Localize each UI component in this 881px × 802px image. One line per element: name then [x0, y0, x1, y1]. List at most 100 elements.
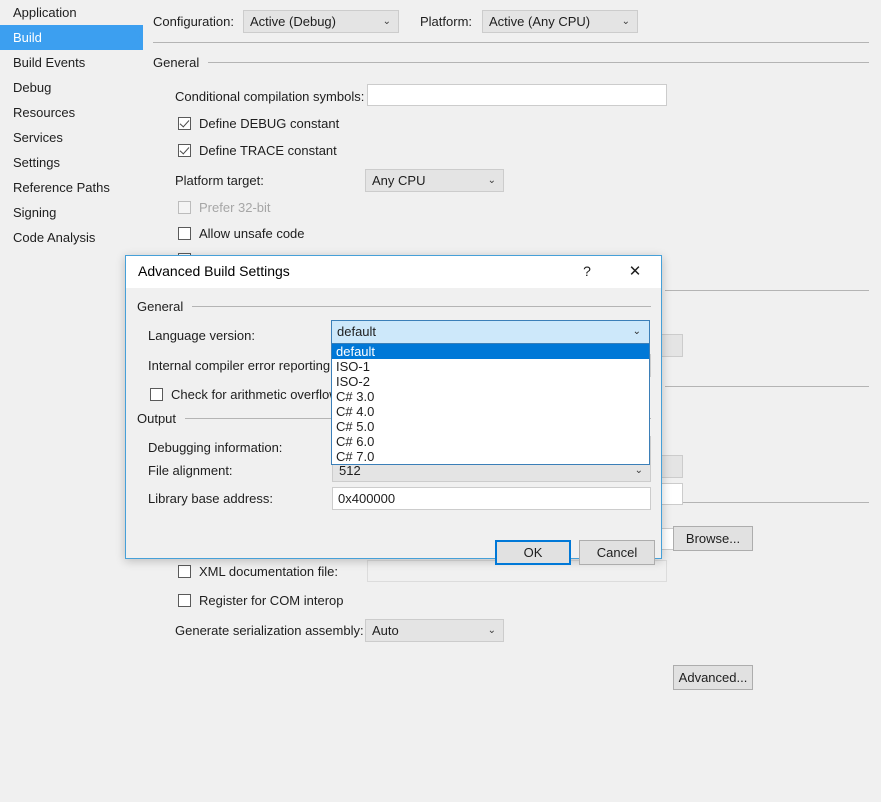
library-base-address-label: Library base address: [148, 491, 274, 506]
dialog-general-group-label: General [137, 299, 184, 314]
sidebar-item-code-analysis[interactable]: Code Analysis [0, 225, 158, 250]
sidebar-item-label: Code Analysis [13, 230, 96, 245]
language-version-option[interactable]: ISO-2 [332, 374, 649, 389]
language-version-value: default [337, 324, 377, 339]
sidebar-item-label: Build [13, 30, 42, 45]
general-group-header: General [153, 55, 869, 70]
platform-label: Platform: [420, 14, 473, 29]
dialog-general-group-header: General [137, 299, 651, 314]
platform-target-dropdown[interactable]: Any CPU ⌄ [365, 169, 504, 192]
chevron-down-icon: ⌄ [382, 16, 391, 27]
sidebar-item-services[interactable]: Services [0, 125, 158, 150]
allow-unsafe-checkbox-row[interactable]: Allow unsafe code [178, 226, 305, 241]
platform-value: Active (Any CPU) [489, 14, 591, 29]
conditional-symbols-input[interactable] [367, 84, 667, 106]
browse-button[interactable]: Browse... [673, 526, 753, 551]
platform-target-value: Any CPU [372, 173, 426, 188]
language-version-option[interactable]: C# 7.0 [332, 449, 649, 464]
sidebar-item-label: Services [13, 130, 63, 145]
language-version-option[interactable]: C# 5.0 [332, 419, 649, 434]
sidebar-item-signing[interactable]: Signing [0, 200, 158, 225]
file-alignment-value: 512 [339, 463, 361, 478]
errors-warnings-group-rule [665, 290, 869, 291]
checkbox-icon[interactable] [178, 227, 191, 240]
cancel-button-label: Cancel [596, 545, 638, 560]
serialization-value: Auto [372, 623, 399, 638]
language-version-option[interactable]: C# 4.0 [332, 404, 649, 419]
com-interop-label: Register for COM interop [199, 593, 344, 608]
chevron-down-icon: ⌄ [487, 175, 496, 186]
language-version-option[interactable]: ISO-1 [332, 359, 649, 374]
ok-button-label: OK [523, 545, 543, 560]
language-version-option[interactable]: C# 3.0 [332, 389, 649, 404]
sidebar-item-build[interactable]: Build [0, 25, 143, 50]
checkbox-icon [178, 201, 191, 214]
platform-dropdown[interactable]: Active (Any CPU) ⌄ [482, 10, 638, 33]
language-version-label: Language version: [148, 328, 255, 343]
help-icon[interactable]: ? [567, 256, 607, 287]
general-group-rule [208, 62, 869, 63]
define-debug-label: Define DEBUG constant [199, 116, 340, 131]
sidebar-item-reference-paths[interactable]: Reference Paths [0, 175, 158, 200]
output-group-rule [665, 502, 869, 503]
advanced-button-label: Advanced... [678, 670, 748, 685]
checkbox-icon[interactable] [178, 144, 191, 157]
sidebar-item-label: Application [13, 5, 77, 20]
define-trace-checkbox-row[interactable]: Define TRACE constant [178, 143, 337, 158]
dialog-title: Advanced Build Settings [138, 263, 290, 279]
internal-error-reporting-label: Internal compiler error reporting: [148, 358, 334, 373]
language-version-option[interactable]: C# 6.0 [332, 434, 649, 449]
sidebar-item-label: Debug [13, 80, 52, 95]
arithmetic-overflow-label: Check for arithmetic overflow/u [171, 387, 350, 402]
configuration-dropdown[interactable]: Active (Debug) ⌄ [243, 10, 399, 33]
checkbox-icon[interactable] [178, 565, 191, 578]
cancel-button[interactable]: Cancel [579, 540, 655, 565]
xml-doc-checkbox-row[interactable]: XML documentation file: [178, 564, 338, 579]
sidebar-item-build-events[interactable]: Build Events [0, 50, 158, 75]
checkbox-icon[interactable] [178, 117, 191, 130]
prefer-32bit-label: Prefer 32-bit [199, 200, 271, 215]
sidebar-item-debug[interactable]: Debug [0, 75, 158, 100]
serialization-label: Generate serialization assembly: [175, 623, 364, 638]
define-trace-label: Define TRACE constant [199, 143, 337, 158]
xml-doc-label: XML documentation file: [199, 564, 338, 579]
platform-target-label: Platform target: [175, 173, 264, 188]
sidebar-item-resources[interactable]: Resources [0, 100, 158, 125]
sidebar-item-label: Reference Paths [13, 180, 110, 195]
treat-warnings-group-rule [665, 386, 869, 387]
sidebar-item-label: Signing [13, 205, 57, 220]
com-interop-checkbox-row[interactable]: Register for COM interop [178, 593, 344, 608]
checkbox-icon[interactable] [178, 594, 191, 607]
library-base-address-input[interactable]: 0x400000 [332, 487, 651, 510]
debugging-information-label: Debugging information: [148, 440, 283, 455]
language-version-option-list[interactable]: default ISO-1 ISO-2 C# 3.0 C# 4.0 C# 5.0… [331, 343, 650, 465]
suppress-warnings-input-edge[interactable] [661, 455, 683, 478]
sidebar-item-settings[interactable]: Settings [0, 150, 158, 175]
close-icon[interactable]: ✕ [615, 256, 655, 287]
category-sidebar: Application Build Build Events Debug Res… [0, 0, 145, 802]
prefer-32bit-checkbox-row: Prefer 32-bit [178, 200, 271, 215]
output-path-input-edge[interactable] [661, 483, 683, 505]
toolbar-separator [153, 42, 869, 43]
selection-arrow-icon [130, 25, 140, 50]
arithmetic-overflow-checkbox-row[interactable]: Check for arithmetic overflow/u [150, 387, 349, 402]
warning-level-dropdown-edge[interactable] [661, 334, 683, 357]
configuration-label: Configuration: [153, 14, 234, 29]
ok-button[interactable]: OK [495, 540, 571, 565]
advanced-button[interactable]: Advanced... [673, 665, 753, 690]
sidebar-item-label: Settings [13, 155, 60, 170]
chevron-down-icon: ⌄ [632, 326, 641, 337]
chevron-down-icon: ⌄ [621, 16, 630, 27]
define-debug-checkbox-row[interactable]: Define DEBUG constant [178, 116, 339, 131]
sidebar-item-application[interactable]: Application [0, 0, 158, 25]
sidebar-item-label: Build Events [13, 55, 86, 70]
checkbox-icon[interactable] [150, 388, 163, 401]
sidebar-item-label: Resources [13, 105, 76, 120]
chevron-down-icon: ⌄ [487, 625, 496, 636]
serialization-dropdown[interactable]: Auto ⌄ [365, 619, 504, 642]
language-version-dropdown[interactable]: default ⌄ [331, 320, 650, 344]
language-version-option[interactable]: default [332, 344, 649, 359]
file-alignment-label: File alignment: [148, 463, 233, 478]
general-group-label: General [153, 55, 200, 70]
allow-unsafe-label: Allow unsafe code [199, 226, 305, 241]
